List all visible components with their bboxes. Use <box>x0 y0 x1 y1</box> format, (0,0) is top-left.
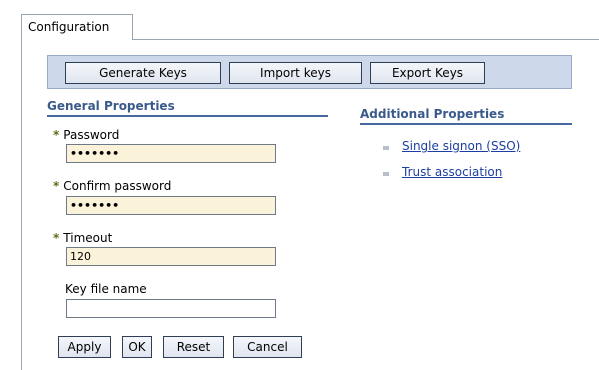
password-label: * Password <box>53 128 119 142</box>
timeout-label-text: Timeout <box>63 231 113 245</box>
generate-keys-button[interactable]: Generate Keys <box>65 62 221 84</box>
password-label-text: Password <box>63 128 120 142</box>
confirm-password-label-text: Confirm password <box>63 179 172 193</box>
timeout-field[interactable] <box>66 247 276 266</box>
required-marker: * <box>53 128 60 142</box>
required-marker: * <box>53 231 60 245</box>
tab-configuration[interactable]: Configuration <box>21 14 133 40</box>
key-file-name-label: Key file name <box>65 282 147 296</box>
additional-properties-rule <box>360 123 572 125</box>
timeout-label: * Timeout <box>53 231 112 245</box>
configuration-page: Configuration Generate Keys Import keys … <box>0 0 599 370</box>
cancel-button[interactable]: Cancel <box>233 336 302 358</box>
content-border <box>21 40 22 370</box>
additional-properties-title: Additional Properties <box>360 107 505 121</box>
single-signon-link[interactable]: Single signon (SSO) <box>402 139 520 153</box>
ok-button[interactable]: OK <box>122 336 152 358</box>
general-properties-title: General Properties <box>47 99 175 113</box>
tab-divider <box>133 39 599 40</box>
trust-association-link[interactable]: Trust association <box>402 165 502 179</box>
apply-button[interactable]: Apply <box>58 336 111 358</box>
bullet-icon <box>383 146 389 150</box>
reset-button[interactable]: Reset <box>163 336 224 358</box>
password-field[interactable] <box>66 144 276 163</box>
required-marker: * <box>53 179 60 193</box>
key-actions-toolbar: Generate Keys Import keys Export Keys <box>47 55 572 89</box>
general-properties-rule <box>47 115 328 117</box>
key-file-name-label-text: Key file name <box>65 282 147 296</box>
bullet-icon <box>383 172 389 176</box>
tab-configuration-label: Configuration <box>28 20 110 34</box>
confirm-password-field[interactable] <box>66 196 276 215</box>
key-file-name-field[interactable] <box>66 299 276 318</box>
import-keys-button[interactable]: Import keys <box>229 62 362 84</box>
confirm-password-label: * Confirm password <box>53 179 171 193</box>
export-keys-button[interactable]: Export Keys <box>370 62 485 84</box>
